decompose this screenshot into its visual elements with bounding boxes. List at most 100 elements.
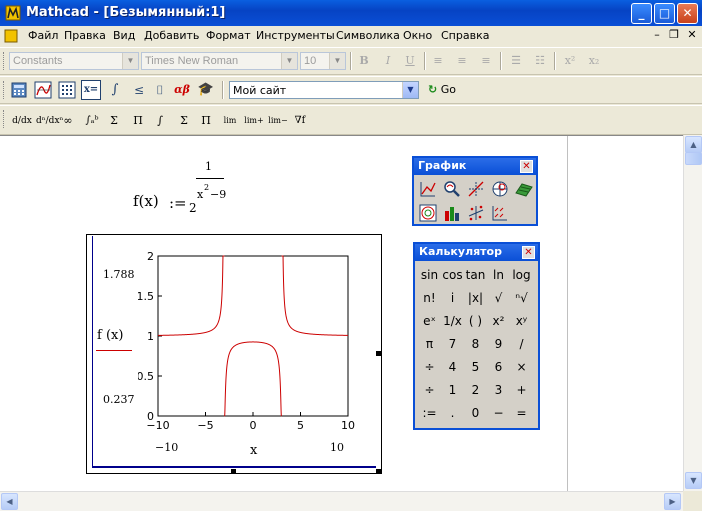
matrix-palette-icon[interactable] [57, 80, 77, 100]
programming-palette-icon[interactable]: ⌷ [150, 80, 170, 100]
graph-palette[interactable]: График ✕ [412, 156, 538, 226]
calculus-palette-icon[interactable]: ∫ [105, 80, 125, 100]
chevron-down-icon[interactable]: ▼ [402, 82, 418, 98]
imaginary-unit-button[interactable]: i [441, 287, 464, 309]
menu-tools[interactable]: Инструменты [256, 29, 335, 42]
calculator-palette[interactable]: Калькулятор ✕ sin cos tan ln log n! i |x| √ ⁿ√ eˣ 1… [413, 242, 540, 430]
boolean-palette-icon[interactable]: ≤ [129, 80, 149, 100]
menu-format[interactable]: Формат [206, 29, 251, 42]
scroll-down-button[interactable]: ▼ [685, 472, 702, 489]
digit-4-button[interactable]: 4 [441, 356, 464, 378]
equals-button[interactable]: = [510, 402, 533, 424]
digit-7-button[interactable]: 7 [441, 333, 464, 355]
plus-button[interactable]: + [510, 379, 533, 401]
nth-root-button[interactable]: ⁿ√ [510, 287, 533, 309]
reciprocal-button[interactable]: 1/x [441, 310, 464, 332]
parentheses-button[interactable]: ( ) [464, 310, 487, 332]
division-button[interactable]: ÷ [418, 379, 441, 401]
greek-palette-icon[interactable]: αβ [172, 80, 192, 100]
close-icon[interactable]: ✕ [522, 246, 535, 259]
align-right-icon[interactable]: ≡ [476, 51, 496, 71]
menu-help[interactable]: Справка [441, 29, 489, 42]
resize-handle[interactable] [376, 469, 381, 474]
digit-9-button[interactable]: 9 [487, 333, 510, 355]
trace-icon[interactable] [466, 179, 486, 199]
font-size-combo[interactable]: 10 ▼ [300, 52, 346, 70]
infinity-button[interactable]: ∞ [58, 111, 78, 131]
left-limit-button[interactable]: lim− [268, 111, 288, 131]
chevron-down-icon[interactable]: ▼ [329, 53, 345, 69]
x-max-field[interactable]: 10 [330, 441, 344, 454]
bullet-list-icon[interactable]: ☰ [506, 51, 526, 71]
indefinite-integral-button[interactable]: ∫ [150, 111, 170, 131]
resize-handle[interactable] [376, 351, 381, 356]
scroll-thumb[interactable] [685, 152, 702, 165]
resource-combo[interactable]: Мой сайт ▼ [229, 81, 419, 99]
doc-restore-button[interactable]: ❐ [666, 28, 682, 43]
y-max-field[interactable]: 1.788 [103, 268, 135, 281]
evaluation-palette-icon[interactable]: x= [81, 80, 101, 100]
bold-button[interactable]: B [354, 51, 374, 71]
zoom-icon[interactable] [442, 179, 462, 199]
digit-2-button[interactable]: 2 [464, 379, 487, 401]
graph-palette-title[interactable]: График ✕ [414, 158, 536, 175]
numbered-list-icon[interactable]: ☷ [530, 51, 550, 71]
digit-8-button[interactable]: 8 [464, 333, 487, 355]
y-axis-label[interactable]: f (x) [97, 328, 123, 343]
scroll-up-button[interactable]: ▲ [685, 136, 702, 153]
surface-plot-icon[interactable] [514, 179, 534, 199]
digit-0-button[interactable]: 0 [464, 402, 487, 424]
absolute-value-button[interactable]: |x| [464, 287, 487, 309]
minimize-button[interactable]: _ [631, 3, 652, 24]
sin-button[interactable]: sin [418, 264, 441, 286]
menu-edit[interactable]: Правка [64, 29, 106, 42]
square-button[interactable]: x² [487, 310, 510, 332]
toolbar-grip[interactable] [3, 81, 6, 99]
resize-handle[interactable] [231, 469, 236, 474]
exponential-button[interactable]: eˣ [418, 310, 441, 332]
menu-view[interactable]: Вид [113, 29, 135, 42]
decimal-point-button[interactable]: . [441, 402, 464, 424]
menu-window[interactable]: Окно [403, 29, 432, 42]
superscript-button[interactable]: x² [560, 51, 580, 71]
align-center-icon[interactable]: ≡ [452, 51, 472, 71]
square-root-button[interactable]: √ [487, 287, 510, 309]
minus-button[interactable]: − [487, 402, 510, 424]
doc-minimize-button[interactable]: – [649, 28, 665, 43]
divide-button[interactable]: / [510, 333, 533, 355]
graph-palette-icon[interactable] [33, 80, 53, 100]
italic-button[interactable]: I [378, 51, 398, 71]
xy-plot-icon[interactable] [418, 179, 438, 199]
subscript-button[interactable]: x₂ [584, 51, 604, 71]
go-button[interactable]: ↻ Go [425, 79, 465, 101]
power-button[interactable]: xʸ [510, 310, 533, 332]
scatter-plot-3d-icon[interactable] [466, 203, 486, 223]
tan-button[interactable]: tan [464, 264, 487, 286]
y-min-field[interactable]: 0.237 [103, 393, 135, 406]
cos-button[interactable]: cos [441, 264, 464, 286]
nth-derivative-button[interactable]: dⁿ/dxⁿ [36, 111, 63, 131]
digit-6-button[interactable]: 6 [487, 356, 510, 378]
chevron-down-icon[interactable]: ▼ [281, 53, 297, 69]
mixed-number-button[interactable]: ÷ [418, 356, 441, 378]
range-sum-button[interactable]: Σ [174, 111, 194, 131]
menu-insert[interactable]: Добавить [144, 29, 199, 42]
style-combo[interactable]: Constants ▼ [9, 52, 139, 70]
doc-close-button[interactable]: ✕ [684, 28, 700, 43]
calculator-palette-title[interactable]: Калькулятор ✕ [415, 244, 538, 261]
menu-symbolics[interactable]: Символика [336, 29, 400, 42]
document-icon[interactable] [4, 29, 18, 43]
multiply-button[interactable]: × [510, 356, 533, 378]
x-axis-label[interactable]: x [250, 443, 257, 458]
range-product-button[interactable]: Π [196, 111, 216, 131]
calculator-palette-icon[interactable] [9, 80, 29, 100]
digit-1-button[interactable]: 1 [441, 379, 464, 401]
horizontal-scrollbar[interactable]: ◀ ▶ [0, 491, 683, 511]
menu-file[interactable]: Файл [28, 29, 58, 42]
pi-button[interactable]: π [418, 333, 441, 355]
toolbar-grip[interactable] [3, 52, 6, 70]
symbolic-palette-icon[interactable]: 🎓 [196, 80, 216, 100]
vertical-scrollbar[interactable]: ▲ ▼ [683, 135, 702, 491]
log-button[interactable]: log [510, 264, 533, 286]
vector-field-icon[interactable] [490, 203, 510, 223]
